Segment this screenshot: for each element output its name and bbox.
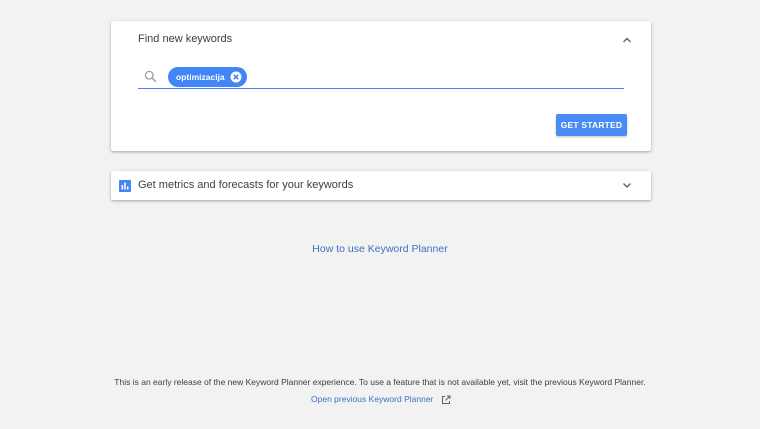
- how-to-use-link[interactable]: How to use Keyword Planner: [312, 243, 447, 255]
- get-started-button[interactable]: GET STARTED: [556, 114, 627, 136]
- metrics-card[interactable]: Get metrics and forecasts for your keywo…: [111, 171, 651, 200]
- search-icon: [144, 70, 157, 83]
- early-release-notice: This is an early release of the new Keyw…: [114, 377, 646, 387]
- bar-chart-icon: [119, 180, 131, 192]
- find-keywords-title: Find new keywords: [138, 33, 233, 45]
- keyword-search-input[interactable]: optimizacija: [138, 67, 624, 89]
- metrics-title: Get metrics and forecasts for your keywo…: [138, 179, 354, 191]
- close-circle-icon[interactable]: [230, 71, 242, 83]
- keyword-chip-label: optimizacija: [176, 72, 225, 82]
- chevron-up-icon[interactable]: [620, 33, 634, 47]
- external-link-icon[interactable]: [441, 395, 451, 405]
- chevron-down-icon[interactable]: [620, 178, 634, 192]
- how-to-link-row: How to use Keyword Planner: [0, 243, 760, 255]
- open-previous-link[interactable]: Open previous Keyword Planner: [311, 394, 433, 404]
- find-keywords-card: Find new keywords optimizacija GET START…: [111, 21, 651, 151]
- keyword-chip[interactable]: optimizacija: [168, 67, 247, 87]
